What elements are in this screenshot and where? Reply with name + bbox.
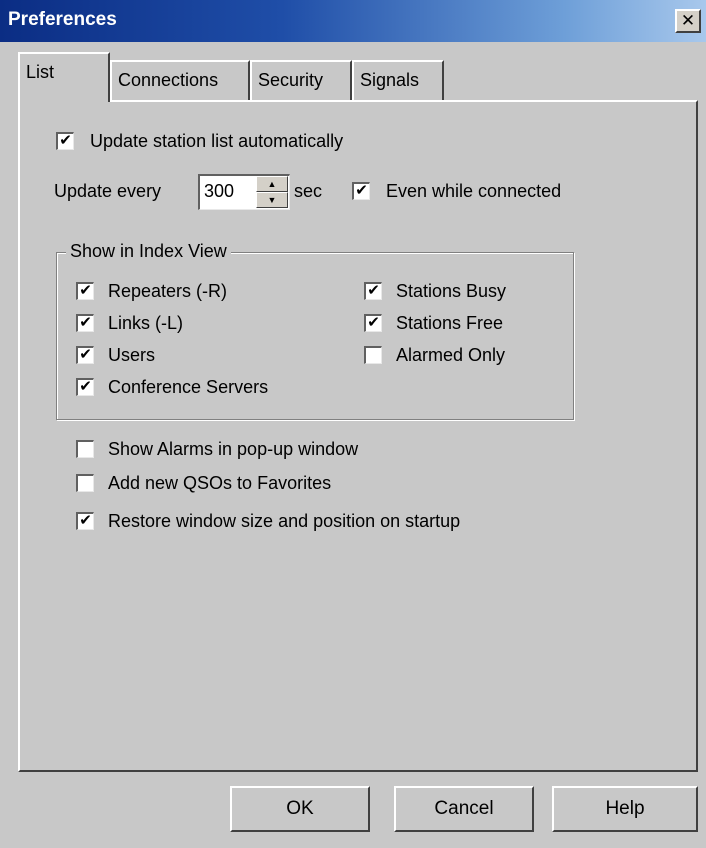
update-every-label: Update every [54,181,162,201]
check-icon: ✔ [79,512,92,529]
update-unit-label: sec [294,181,323,201]
repeaters-label: Repeaters (-R) [108,281,228,301]
stations-free-checkbox[interactable]: ✔ [364,314,382,332]
tab-list-label: List [26,62,55,82]
check-icon: ✔ [367,282,380,299]
spin-down-button[interactable]: ▼ [256,192,288,208]
tab-connections-label: Connections [118,70,219,90]
check-icon: ✔ [79,314,92,331]
stations-busy-checkbox[interactable]: ✔ [364,282,382,300]
users-label: Users [108,345,156,365]
check-icon: ✔ [355,182,368,199]
links-label: Links (-L) [108,313,184,333]
check-icon: ✔ [59,132,72,149]
spin-up-button[interactable]: ▲ [256,176,288,192]
cancel-button-label: Cancel [434,798,494,819]
check-icon: ✔ [367,314,380,331]
show-alarms-popup-label: Show Alarms in pop-up window [108,439,359,459]
close-icon: ✕ [680,11,696,30]
ok-button-label: OK [286,798,314,819]
show-alarms-popup-checkbox[interactable] [76,440,94,458]
tab-connections[interactable]: Connections [110,60,250,100]
tab-list[interactable]: List [18,52,110,102]
check-icon: ✔ [79,346,92,363]
check-icon: ✔ [79,378,92,395]
update-interval-spinner[interactable]: ▲ ▼ [256,176,288,208]
tab-security[interactable]: Security [250,60,352,100]
tab-signals-label: Signals [360,70,420,90]
restore-window-label: Restore window size and position on star… [108,511,461,531]
index-view-group-title: Show in Index View [66,240,231,262]
add-qsos-favorites-label: Add new QSOs to Favorites [108,473,332,493]
even-while-connected-label: Even while connected [386,181,562,201]
alarmed-only-checkbox[interactable] [364,346,382,364]
help-button[interactable]: Help [552,786,698,832]
chevron-down-icon: ▼ [267,195,277,205]
repeaters-checkbox[interactable]: ✔ [76,282,94,300]
even-while-connected-checkbox[interactable]: ✔ [352,182,370,200]
help-button-label: Help [605,798,645,819]
conference-servers-label: Conference Servers [108,377,269,397]
update-interval-value[interactable]: 300 [204,180,234,202]
restore-window-checkbox[interactable]: ✔ [76,512,94,530]
chevron-up-icon: ▲ [267,179,277,189]
ok-button[interactable]: OK [230,786,370,832]
tab-security-label: Security [258,70,324,90]
title-bar[interactable]: Preferences ✕ [0,0,706,42]
conference-servers-checkbox[interactable]: ✔ [76,378,94,396]
close-button[interactable]: ✕ [675,9,701,33]
links-checkbox[interactable]: ✔ [76,314,94,332]
auto-update-checkbox[interactable]: ✔ [56,132,74,150]
auto-update-label: Update station list automatically [90,131,344,151]
cancel-button[interactable]: Cancel [394,786,534,832]
stations-free-label: Stations Free [396,313,504,333]
preferences-dialog: Preferences ✕ List Connections Security … [0,0,706,848]
alarmed-only-label: Alarmed Only [396,345,506,365]
stations-busy-label: Stations Busy [396,281,507,301]
tab-signals[interactable]: Signals [352,60,444,100]
users-checkbox[interactable]: ✔ [76,346,94,364]
check-icon: ✔ [79,282,92,299]
add-qsos-favorites-checkbox[interactable] [76,474,94,492]
window-title: Preferences [8,9,117,30]
